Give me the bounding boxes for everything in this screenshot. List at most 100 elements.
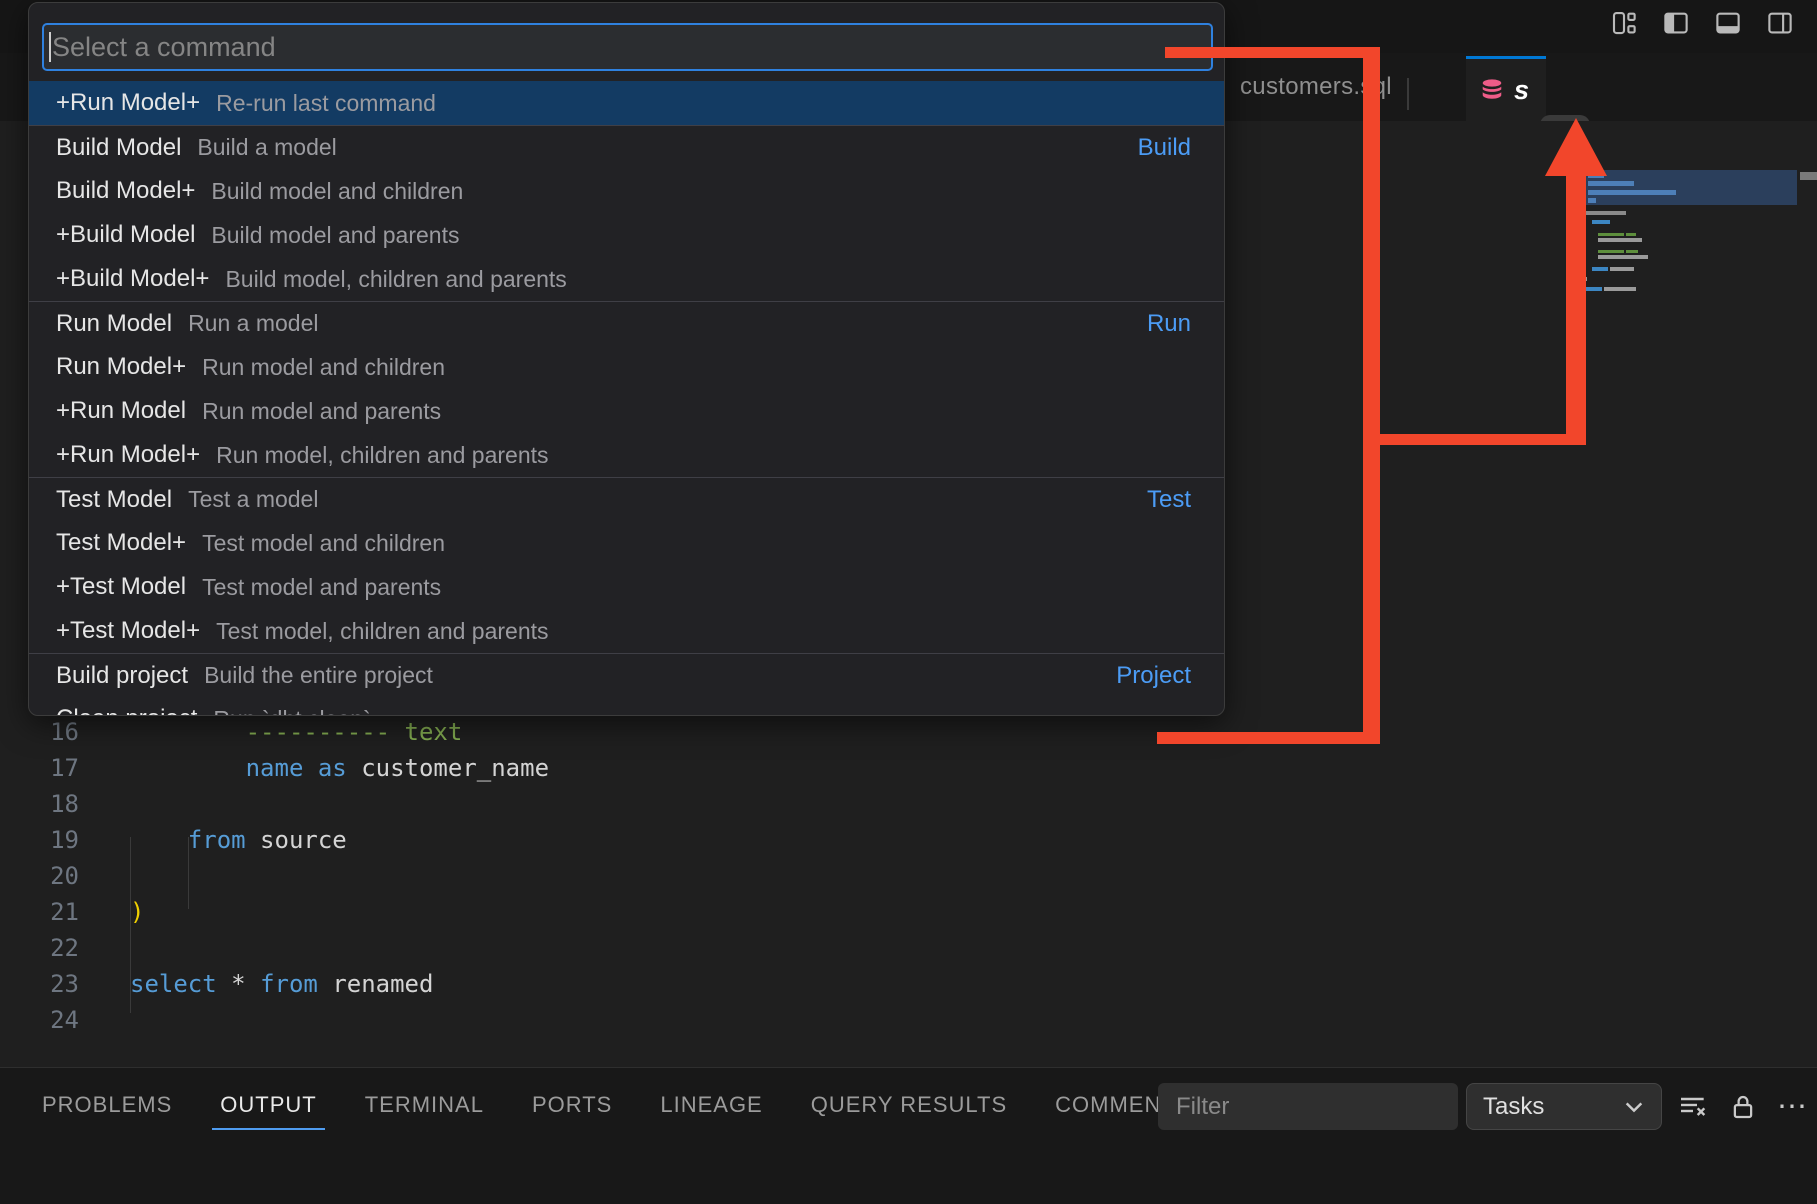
chevron-down-icon bbox=[1623, 1099, 1645, 1115]
command-label: Build Model+ bbox=[56, 177, 195, 205]
command-category: Project bbox=[1116, 662, 1191, 690]
command-label: +Run Model+ bbox=[56, 441, 200, 469]
lock-icon bbox=[1728, 1092, 1758, 1122]
code-line: 23 select * from renamed bbox=[0, 966, 549, 1002]
command-input[interactable] bbox=[51, 32, 1211, 63]
filter-input[interactable] bbox=[1158, 1083, 1458, 1130]
code-text: name as customer_name bbox=[130, 754, 549, 782]
command-item[interactable]: Run Model+Run model and children bbox=[29, 345, 1225, 389]
panel-tab-output[interactable]: OUTPUT bbox=[218, 1084, 318, 1126]
command-list: +Run Model+Re-run last commandBuild Mode… bbox=[29, 81, 1225, 716]
command-description: Test model, children and parents bbox=[216, 618, 548, 645]
command-label: +Build Model+ bbox=[56, 265, 209, 293]
command-item[interactable]: +Build ModelBuild model and parents bbox=[29, 213, 1225, 257]
code-line: 20 bbox=[0, 858, 549, 894]
scrollbar-mark[interactable] bbox=[1800, 172, 1817, 180]
line-number: 24 bbox=[0, 1006, 79, 1034]
code-line: 19 from source bbox=[0, 822, 549, 858]
line-number: 23 bbox=[0, 970, 79, 998]
minimap-viewport bbox=[1582, 170, 1797, 205]
lock-scroll-button[interactable] bbox=[1726, 1090, 1760, 1124]
minimap-line bbox=[1626, 233, 1636, 236]
minimap-line bbox=[1592, 267, 1608, 271]
minimap-line bbox=[1592, 220, 1610, 224]
minimap-line bbox=[1598, 250, 1624, 253]
command-description: Run `dbt clean` bbox=[213, 706, 370, 717]
command-label: Run Model+ bbox=[56, 353, 186, 381]
line-number: 18 bbox=[0, 790, 79, 818]
command-item[interactable]: Test Model+Test model and children bbox=[29, 521, 1225, 565]
code-text: from source bbox=[130, 826, 347, 854]
command-description: Re-run last command bbox=[216, 90, 436, 117]
tasks-label: Tasks bbox=[1483, 1093, 1544, 1121]
minimap-line bbox=[1588, 181, 1634, 186]
minimap-line bbox=[1626, 250, 1638, 253]
panel-tab-lineage[interactable]: LINEAGE bbox=[658, 1084, 764, 1126]
tab-active-query[interactable]: s bbox=[1466, 56, 1546, 121]
panel-tab-terminal[interactable]: TERMINAL bbox=[363, 1084, 486, 1126]
code-text: ) bbox=[130, 898, 144, 926]
panel-tab-query-results[interactable]: QUERY RESULTS bbox=[809, 1084, 1009, 1126]
minimap[interactable] bbox=[1582, 170, 1797, 310]
command-item[interactable]: +Run Model+Re-run last command bbox=[29, 81, 1225, 125]
code-line: 16 ---------- text bbox=[0, 714, 549, 750]
panel-actions: ⋯ bbox=[1676, 1083, 1810, 1130]
line-number: 20 bbox=[0, 862, 79, 890]
minimap-line bbox=[1584, 287, 1602, 291]
line-number: 21 bbox=[0, 898, 79, 926]
command-item[interactable]: Build projectBuild the entire projectPro… bbox=[29, 653, 1225, 697]
command-description: Run model and parents bbox=[202, 398, 441, 425]
command-palette: +Run Model+Re-run last commandBuild Mode… bbox=[28, 2, 1225, 716]
command-label: +Test Model+ bbox=[56, 617, 200, 645]
minimap-line bbox=[1604, 287, 1636, 291]
command-item[interactable]: Test ModelTest a modelTest bbox=[29, 477, 1225, 521]
command-description: Run a model bbox=[188, 310, 318, 337]
command-description: Build model and children bbox=[211, 178, 463, 205]
layout-controls bbox=[1609, 8, 1795, 38]
line-number: 22 bbox=[0, 934, 79, 962]
command-category: Build bbox=[1138, 134, 1191, 162]
tab-customers-sql[interactable]: customers.sql bbox=[1240, 53, 1392, 121]
command-label: Clean project bbox=[56, 705, 197, 716]
command-description: Run model, children and parents bbox=[216, 442, 548, 469]
toggle-secondary-sidebar-icon[interactable] bbox=[1765, 8, 1795, 38]
command-description: Test model and parents bbox=[202, 574, 441, 601]
command-item[interactable]: +Run Model Run model and parents bbox=[29, 389, 1225, 433]
tab-label: customers.sql bbox=[1240, 73, 1392, 101]
minimap-line bbox=[1598, 255, 1648, 259]
tasks-dropdown[interactable]: Tasks bbox=[1466, 1083, 1662, 1130]
command-item[interactable]: Clean project Run `dbt clean` bbox=[29, 697, 1225, 716]
command-item[interactable]: Build ModelBuild a modelBuild bbox=[29, 125, 1225, 169]
active-tab-label: s bbox=[1514, 75, 1529, 106]
vscode-window: customers.sql s </> bbox=[0, 0, 1817, 1204]
command-item[interactable]: +Run Model+ Run model, children and paren… bbox=[29, 433, 1225, 477]
command-description: Build the entire project bbox=[204, 662, 433, 689]
command-item[interactable]: Build Model+ Build model and children bbox=[29, 169, 1225, 213]
command-item[interactable]: Run ModelRun a modelRun bbox=[29, 301, 1225, 345]
command-label: +Test Model bbox=[56, 573, 186, 601]
command-description: Build model, children and parents bbox=[225, 266, 566, 293]
command-item[interactable]: +Test Model Test model and parents bbox=[29, 565, 1225, 609]
command-label: +Run Model bbox=[56, 397, 186, 425]
minimap-line bbox=[1588, 198, 1596, 203]
clear-output-button[interactable] bbox=[1676, 1090, 1710, 1124]
code-text: ---------- text bbox=[130, 718, 462, 746]
panel-tab-problems[interactable]: PROBLEMS bbox=[40, 1084, 174, 1126]
more-panel-actions-button[interactable]: ⋯ bbox=[1776, 1090, 1810, 1124]
ellipsis-icon: ⋯ bbox=[1777, 1102, 1809, 1112]
panel-tab-ports[interactable]: PORTS bbox=[530, 1084, 614, 1126]
command-description: Build model and parents bbox=[211, 222, 459, 249]
command-description: Test a model bbox=[188, 486, 318, 513]
command-item[interactable]: +Build Model+ Build model, children and p… bbox=[29, 257, 1225, 301]
code-area: 16 ---------- text17 name as customer_na… bbox=[0, 714, 549, 1038]
minimap-line bbox=[1588, 173, 1604, 178]
customize-layout-icon[interactable] bbox=[1609, 8, 1639, 38]
command-label: Test Model bbox=[56, 486, 172, 514]
code-line: 21) bbox=[0, 894, 549, 930]
code-text: select * from renamed bbox=[130, 970, 433, 998]
panel-tabs: PROBLEMS OUTPUT TERMINAL PORTS LINEAGE QUERY … bbox=[40, 1082, 1193, 1128]
toggle-panel-icon[interactable] bbox=[1713, 8, 1743, 38]
command-item[interactable]: +Test Model+ Test model, children and par… bbox=[29, 609, 1225, 653]
toggle-primary-sidebar-icon[interactable] bbox=[1661, 8, 1691, 38]
bottom-panel: PROBLEMS OUTPUT TERMINAL PORTS LINEAGE QUERY … bbox=[0, 1067, 1817, 1204]
